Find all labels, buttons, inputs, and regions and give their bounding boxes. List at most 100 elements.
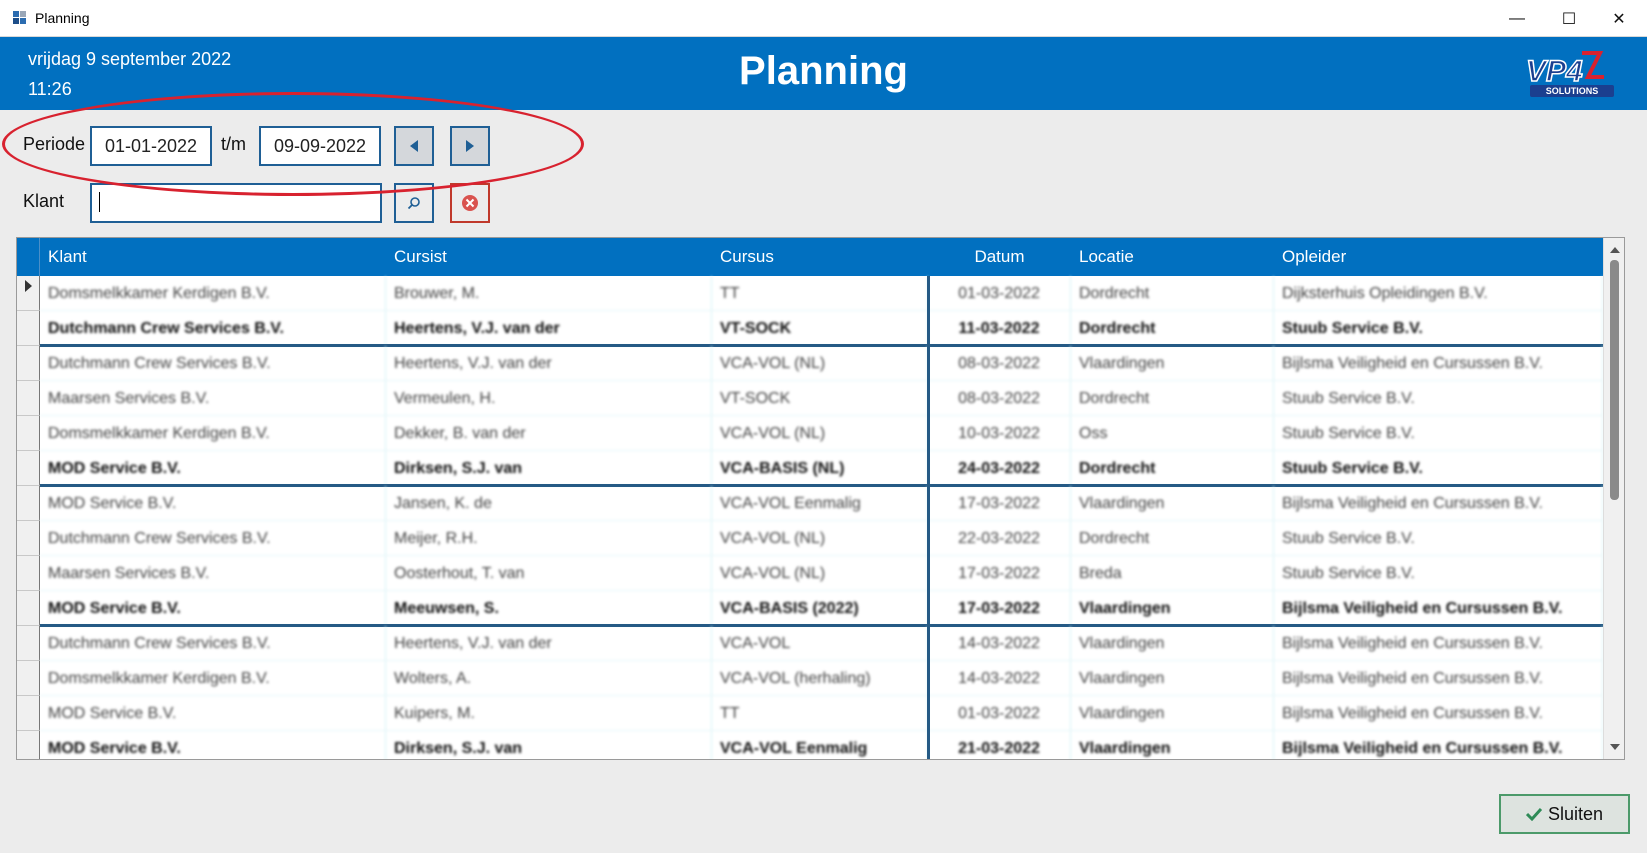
table-cell[interactable]: Breda xyxy=(1071,556,1274,591)
table-cell[interactable]: Stuub Service B.V. xyxy=(1274,311,1603,346)
table-cell[interactable]: VCA-VOL (NL) xyxy=(712,556,928,591)
table-cell[interactable]: VCA-VOL (NL) xyxy=(712,521,928,556)
table-cell[interactable]: Dordrecht xyxy=(1071,521,1274,556)
table-cell[interactable]: VCA-BASIS (NL) xyxy=(712,451,928,486)
table-cell[interactable]: Domsmelkkamer Kerdigen B.V. xyxy=(40,276,386,311)
table-cell[interactable]: 22-03-2022 xyxy=(928,521,1071,556)
row-selector[interactable] xyxy=(17,346,40,381)
table-cell[interactable]: Wolters, A. xyxy=(386,661,712,696)
row-selector[interactable] xyxy=(17,486,40,521)
table-cell[interactable]: Bijlsma Veiligheid en Cursussen B.V. xyxy=(1274,661,1603,696)
table-cell[interactable]: Vlaardingen xyxy=(1071,346,1274,381)
table-cell[interactable]: 14-03-2022 xyxy=(928,626,1071,661)
table-cell[interactable]: VCA-BASIS (2022) xyxy=(712,591,928,626)
table-cell[interactable]: MOD Service B.V. xyxy=(40,591,386,626)
table-cell[interactable]: Meijer, R.H. xyxy=(386,521,712,556)
table-cell[interactable]: Stuub Service B.V. xyxy=(1274,521,1603,556)
table-cell[interactable]: VT-SOCK xyxy=(712,311,928,346)
table-cell[interactable]: VCA-VOL (NL) xyxy=(712,346,928,381)
period-from-input[interactable]: 01-01-2022 xyxy=(90,126,212,166)
table-cell[interactable]: 17-03-2022 xyxy=(928,556,1071,591)
table-cell[interactable]: Vlaardingen xyxy=(1071,731,1274,759)
table-row[interactable]: MOD Service B.V. Meeuwsen, S. VCA-BASIS (2… xyxy=(17,591,1603,626)
table-cell[interactable]: Dordrecht xyxy=(1071,311,1274,346)
table-cell[interactable]: 11-03-2022 xyxy=(928,311,1071,346)
table-cell[interactable]: MOD Service B.V. xyxy=(40,696,386,731)
table-cell[interactable]: 10-03-2022 xyxy=(928,416,1071,451)
table-cell[interactable]: Dirksen, S.J. van xyxy=(386,451,712,486)
table-row[interactable]: Maarsen Services B.V. Oosterhout, T. van V… xyxy=(17,556,1603,591)
table-cell[interactable]: Vlaardingen xyxy=(1071,486,1274,521)
table-cell[interactable]: 17-03-2022 xyxy=(928,486,1071,521)
column-header-locatie[interactable]: Locatie xyxy=(1071,238,1274,276)
table-cell[interactable]: Domsmelkkamer Kerdigen B.V. xyxy=(40,416,386,451)
table-cell[interactable]: Dutchmann Crew Services B.V. xyxy=(40,311,386,346)
table-cell[interactable]: 01-03-2022 xyxy=(928,276,1071,311)
table-cell[interactable]: 08-03-2022 xyxy=(928,381,1071,416)
table-cell[interactable]: Dordrecht xyxy=(1071,451,1274,486)
next-period-button[interactable] xyxy=(450,126,490,166)
table-cell[interactable]: TT xyxy=(712,696,928,731)
table-cell[interactable]: Domsmelkkamer Kerdigen B.V. xyxy=(40,661,386,696)
table-cell[interactable]: Bijlsma Veiligheid en Cursussen B.V. xyxy=(1274,731,1603,759)
table-cell[interactable]: Dutchmann Crew Services B.V. xyxy=(40,521,386,556)
column-header-datum[interactable]: Datum xyxy=(928,238,1071,276)
table-cell[interactable]: Stuub Service B.V. xyxy=(1274,381,1603,416)
table-row[interactable]: Dutchmann Crew Services B.V. Heertens, V.… xyxy=(17,346,1603,381)
column-header-klant[interactable]: Klant xyxy=(40,238,386,276)
clear-search-button[interactable] xyxy=(450,183,490,223)
table-cell[interactable]: VCA-VOL Eenmalig xyxy=(712,731,928,759)
minimize-button[interactable]: — xyxy=(1492,0,1542,37)
table-cell[interactable]: Kuipers, M. xyxy=(386,696,712,731)
table-cell[interactable]: Dutchmann Crew Services B.V. xyxy=(40,346,386,381)
table-cell[interactable]: VCA-VOL Eenmalig xyxy=(712,486,928,521)
table-row[interactable]: Domsmelkkamer Kerdigen B.V. Dekker, B. va… xyxy=(17,416,1603,451)
close-window-button[interactable]: ✕ xyxy=(1594,0,1644,37)
vertical-scrollbar[interactable] xyxy=(1603,238,1624,759)
table-cell[interactable]: Bijlsma Veiligheid en Cursussen B.V. xyxy=(1274,346,1603,381)
table-row[interactable]: Maarsen Services B.V. Vermeulen, H. VT-SOC… xyxy=(17,381,1603,416)
table-cell[interactable]: Dekker, B. van der xyxy=(386,416,712,451)
row-selector[interactable] xyxy=(17,731,40,759)
table-cell[interactable]: VCA-VOL (NL) xyxy=(712,416,928,451)
table-cell[interactable]: Maarsen Services B.V. xyxy=(40,556,386,591)
row-selector[interactable] xyxy=(17,556,40,591)
column-header-opleider[interactable]: Opleider xyxy=(1274,238,1603,276)
row-selector[interactable] xyxy=(17,381,40,416)
table-row[interactable]: MOD Service B.V. Dirksen, S.J. van VCA-VOL… xyxy=(17,731,1603,759)
table-row[interactable]: Domsmelkkamer Kerdigen B.V. Brouwer, M. TT… xyxy=(17,276,1603,311)
table-row[interactable]: Dutchmann Crew Services B.V. Heertens, V.… xyxy=(17,626,1603,661)
scroll-up-button[interactable] xyxy=(1604,240,1624,260)
sluiten-button[interactable]: Sluiten xyxy=(1499,794,1630,834)
table-row[interactable]: Domsmelkkamer Kerdigen B.V. Wolters, A. VC… xyxy=(17,661,1603,696)
table-cell[interactable]: Brouwer, M. xyxy=(386,276,712,311)
table-row[interactable]: MOD Service B.V. Jansen, K. de VCA-VOL Een… xyxy=(17,486,1603,521)
table-cell[interactable]: Dijksterhuis Opleidingen B.V. xyxy=(1274,276,1603,311)
table-row[interactable]: Dutchmann Crew Services B.V. Meijer, R.H.… xyxy=(17,521,1603,556)
table-cell[interactable]: Heertens, V.J. van der xyxy=(386,346,712,381)
table-cell[interactable]: VCA-VOL (herhaling) xyxy=(712,661,928,696)
table-cell[interactable]: Dirksen, S.J. van xyxy=(386,731,712,759)
table-cell[interactable]: Stuub Service B.V. xyxy=(1274,416,1603,451)
row-selector[interactable] xyxy=(17,451,40,486)
row-selector[interactable] xyxy=(17,591,40,626)
table-row[interactable]: Dutchmann Crew Services B.V. Heertens, V.… xyxy=(17,311,1603,346)
table-cell[interactable]: MOD Service B.V. xyxy=(40,451,386,486)
scroll-down-button[interactable] xyxy=(1604,737,1624,757)
table-cell[interactable]: 24-03-2022 xyxy=(928,451,1071,486)
table-cell[interactable]: Bijlsma Veiligheid en Cursussen B.V. xyxy=(1274,626,1603,661)
table-row[interactable]: MOD Service B.V. Dirksen, S.J. van VCA-BAS… xyxy=(17,451,1603,486)
table-cell[interactable]: TT xyxy=(712,276,928,311)
row-selector[interactable] xyxy=(17,521,40,556)
row-selector[interactable] xyxy=(17,276,40,311)
previous-period-button[interactable] xyxy=(394,126,434,166)
row-selector[interactable] xyxy=(17,626,40,661)
period-to-input[interactable]: 09-09-2022 xyxy=(259,126,381,166)
column-header-cursus[interactable]: Cursus xyxy=(712,238,928,276)
row-selector[interactable] xyxy=(17,661,40,696)
table-cell[interactable]: Dordrecht xyxy=(1071,381,1274,416)
table-cell[interactable]: VT-SOCK xyxy=(712,381,928,416)
table-cell[interactable]: MOD Service B.V. xyxy=(40,731,386,759)
table-cell[interactable]: Vlaardingen xyxy=(1071,626,1274,661)
klant-search-input[interactable] xyxy=(90,183,382,223)
